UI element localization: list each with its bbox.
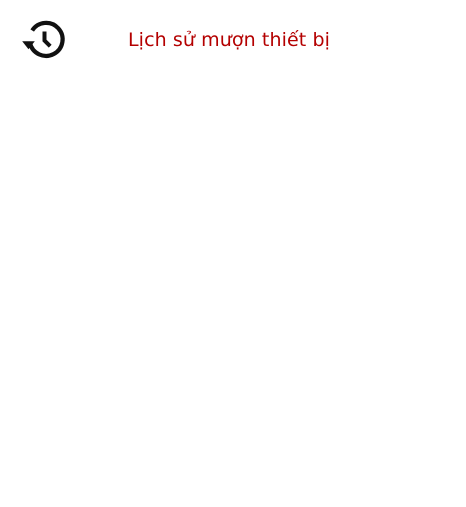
page-title: Lịch sử mượn thiết bị [128,29,331,51]
page-header: Lịch sử mượn thiết bị [0,0,466,80]
history-icon [19,16,67,64]
history-content-area [0,80,466,507]
history-button[interactable] [19,16,67,64]
